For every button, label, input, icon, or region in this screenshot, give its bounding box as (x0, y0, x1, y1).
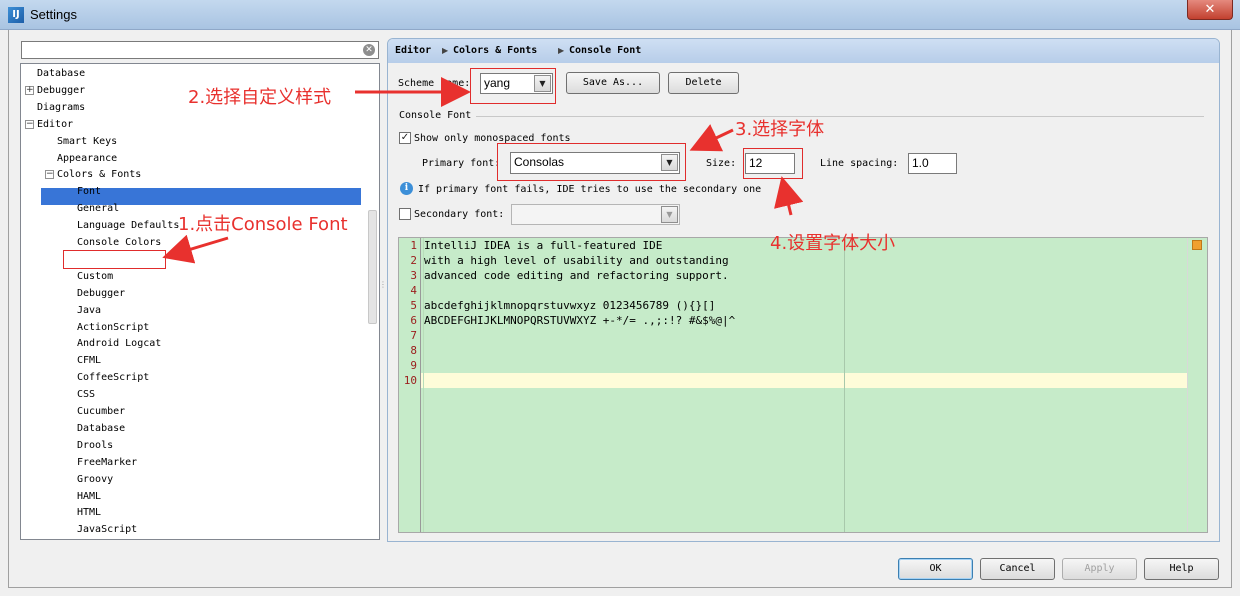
preview-code-line: advanced code editing and refactoring su… (424, 269, 729, 282)
tree-expand-toggle-icon[interactable]: + (25, 85, 34, 95)
save-as-button[interactable]: Save As... (566, 72, 660, 94)
annotation-step-3: 3.选择字体 (735, 119, 825, 140)
breadcrumb-item-console-font: Console Font (569, 45, 642, 56)
size-label: Size: (706, 158, 737, 169)
line-spacing-field[interactable]: 1.0 (908, 153, 957, 174)
inspection-status-icon[interactable] (1192, 240, 1202, 250)
tree-item[interactable]: Debugger (77, 285, 125, 302)
tree-item[interactable]: HAML (77, 488, 101, 505)
chevron-down-icon: ▼ (661, 206, 678, 223)
tree-expand-toggle-icon[interactable]: − (45, 170, 54, 180)
line-number: 10 (403, 374, 417, 387)
tree-item[interactable]: HTML (77, 504, 101, 521)
line-number: 4 (410, 284, 417, 297)
cancel-button[interactable]: Cancel (980, 558, 1055, 580)
fallback-info-text: If primary font fails, IDE tries to use … (418, 184, 762, 195)
annotation-box-size (743, 148, 803, 179)
help-button[interactable]: Help (1144, 558, 1219, 580)
annotation-box-scheme (470, 68, 556, 104)
tree-item[interactable]: Custom (77, 268, 113, 285)
tree-item[interactable]: Console Colors (77, 234, 161, 251)
tree-item[interactable]: Java (77, 302, 101, 319)
line-number: 8 (410, 344, 417, 357)
app-icon: IJ (8, 7, 24, 23)
tree-item[interactable]: Groovy (77, 471, 113, 488)
tree-item[interactable]: Language Defaults (77, 217, 179, 234)
tree-item[interactable]: Cucumber (77, 403, 125, 420)
info-icon: i (400, 182, 413, 195)
splitter-grip-icon[interactable]: ⋮ (379, 281, 387, 295)
right-margin-guide (844, 238, 845, 532)
apply-button[interactable]: Apply (1062, 558, 1137, 580)
annotation-step-2: 2.选择自定义样式 (188, 87, 332, 108)
line-number: 6 (410, 314, 417, 327)
annotation-step-1: 1.点击Console Font (178, 214, 348, 235)
tree-scrollbar-thumb[interactable] (368, 210, 377, 324)
preview-code-line: abcdefghijklmnopqrstuvwxyz 0123456789 ()… (424, 299, 716, 312)
tree-item[interactable]: General (77, 200, 119, 217)
preview-code-line: IntelliJ IDEA is a full-featured IDE (424, 239, 663, 252)
line-number: 9 (410, 359, 417, 372)
preview-code-line: with a high level of usability and outst… (424, 254, 729, 267)
tree-item[interactable]: FreeMarker (77, 454, 137, 471)
annotation-box-console-font (63, 250, 166, 269)
clear-search-icon[interactable]: ✕ (363, 44, 375, 56)
error-stripe (1187, 238, 1207, 532)
line-number: 1 (410, 239, 417, 252)
ok-button[interactable]: OK (898, 558, 973, 580)
tree-item[interactable]: Smart Keys (57, 133, 117, 150)
tree-item[interactable]: Diagrams (37, 99, 85, 116)
tree-item[interactable]: Editor (37, 116, 73, 133)
breadcrumb-separator-icon: ▶ (442, 46, 449, 55)
tree-item[interactable]: Android Logcat (77, 335, 161, 352)
breadcrumb-separator-icon: ▶ (558, 46, 565, 55)
monospaced-only-checkbox[interactable]: ✓ (399, 132, 411, 144)
tree-item[interactable]: Database (37, 65, 85, 82)
delete-button[interactable]: Delete (668, 72, 739, 94)
line-number: 5 (410, 299, 417, 312)
line-number: 2 (410, 254, 417, 267)
section-title: Console Font (399, 110, 472, 121)
secondary-font-checkbox[interactable] (399, 208, 411, 220)
secondary-font-label: Secondary font: (414, 209, 505, 220)
search-input[interactable] (21, 41, 379, 59)
line-spacing-label: Line spacing: (820, 158, 899, 169)
line-number: 7 (410, 329, 417, 342)
scheme-name-label: Scheme name: (398, 78, 471, 89)
close-window-button[interactable]: ✕ (1187, 0, 1233, 20)
line-number: 3 (410, 269, 417, 282)
primary-font-label: Primary font: (422, 158, 501, 169)
tree-item[interactable]: ActionScript (77, 319, 149, 336)
tree-item[interactable]: Colors & Fonts (57, 166, 141, 183)
gutter-divider (420, 238, 421, 532)
tree-item[interactable]: JavaScript (77, 521, 137, 538)
annotation-box-font (497, 143, 686, 181)
tree-item[interactable]: Font (77, 183, 101, 200)
title-bar (0, 0, 1240, 30)
window-title: Settings (30, 7, 77, 22)
annotation-step-4: 4.设置字体大小 (770, 233, 896, 254)
tree-item[interactable]: Appearance (57, 150, 117, 167)
tree-item[interactable]: Drools (77, 437, 113, 454)
secondary-font-select: ▼ (511, 204, 680, 225)
breadcrumb-item-editor[interactable]: Editor (395, 44, 431, 58)
tree-item[interactable]: Debugger (37, 82, 85, 99)
tree-item[interactable]: CSS (77, 386, 95, 403)
tree-item[interactable]: CoffeeScript (77, 369, 149, 386)
caret-row-highlight (421, 373, 1187, 388)
section-divider (476, 116, 1204, 117)
tree-item[interactable]: CFML (77, 352, 101, 369)
tree-item[interactable]: Database (77, 420, 125, 437)
tree-expand-toggle-icon[interactable]: − (25, 119, 34, 129)
preview-code-line: ABCDEFGHIJKLMNOPQRSTUVWXYZ +-*/= .,;:!? … (424, 314, 736, 327)
breadcrumb-item-colors-fonts[interactable]: Colors & Fonts (453, 44, 537, 58)
